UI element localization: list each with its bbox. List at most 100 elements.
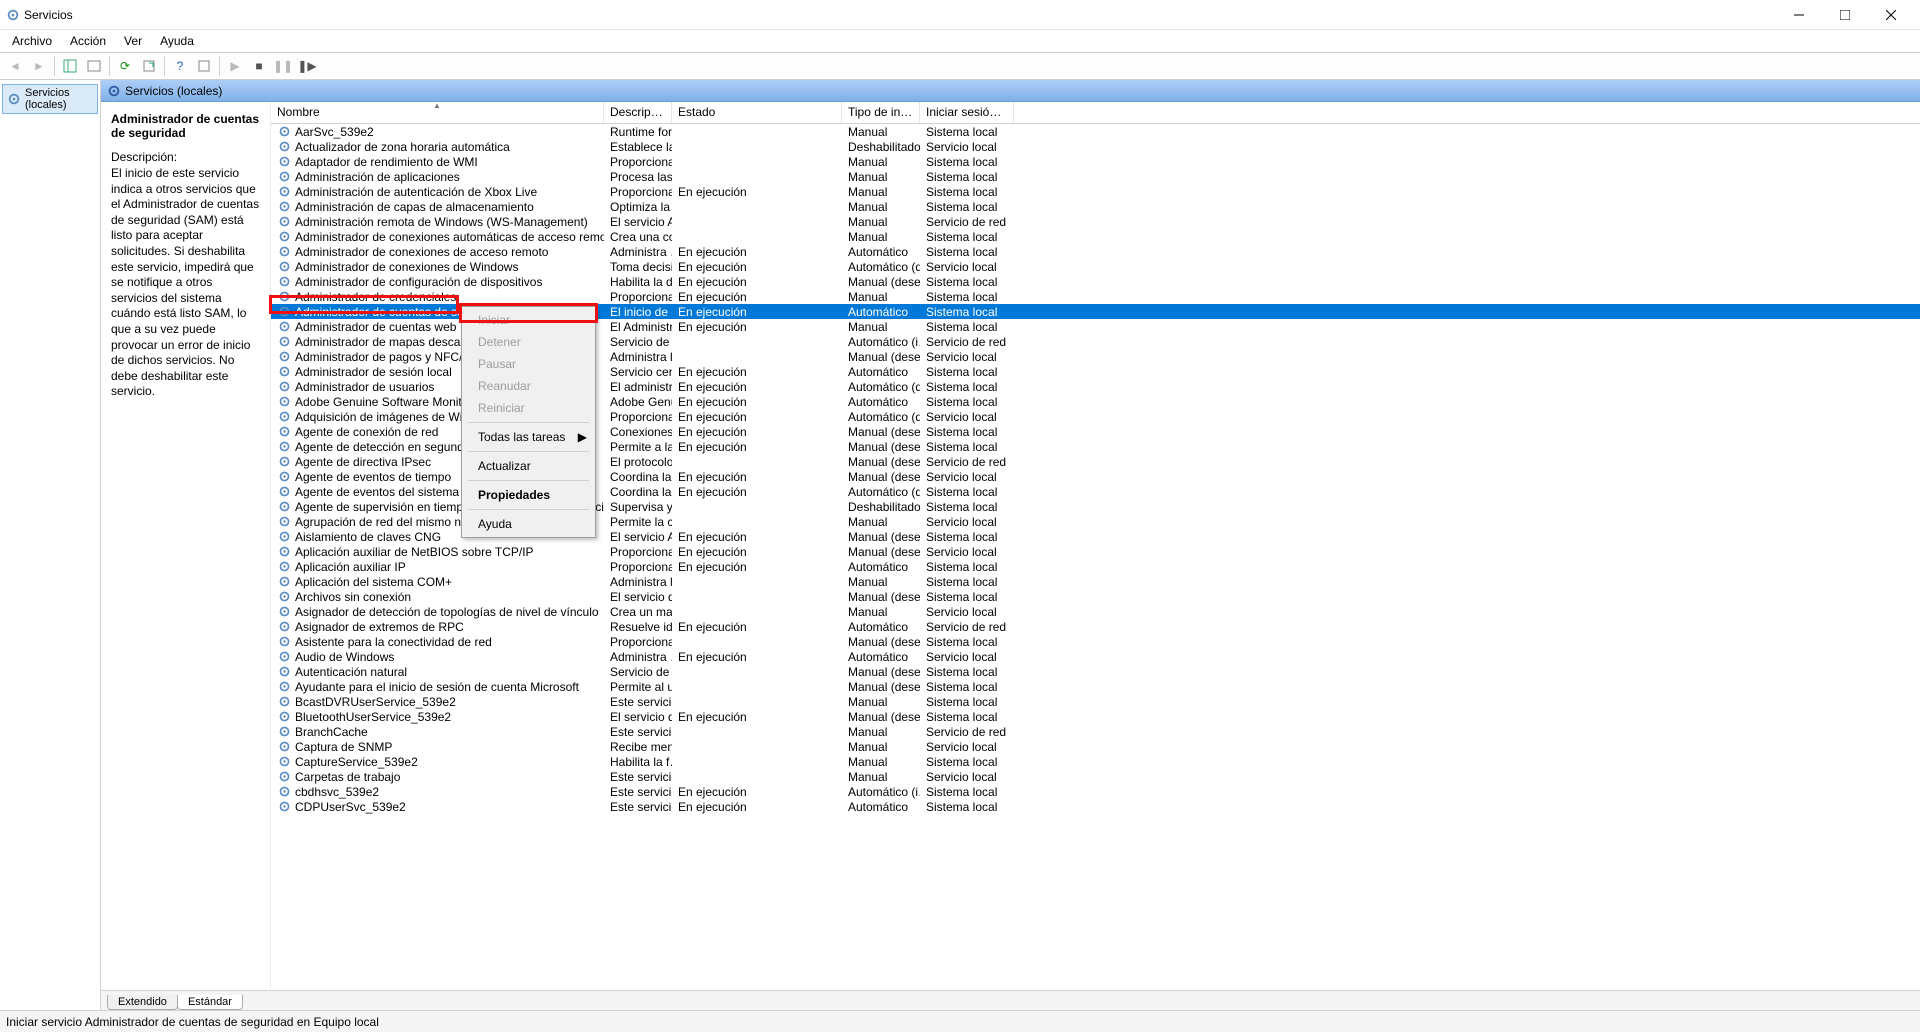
tree-root-services[interactable]: Servicios (locales): [2, 84, 98, 114]
service-name: Aplicación del sistema COM+: [295, 575, 452, 589]
service-status: [672, 514, 842, 529]
service-description: Proporciona…: [604, 289, 672, 304]
service-status: En ejecución: [672, 469, 842, 484]
menu-archivo[interactable]: Archivo: [4, 32, 60, 50]
main-pane: Servicios (locales) Administrador de cue…: [101, 80, 1920, 1010]
service-logon: Sistema local: [920, 244, 1014, 259]
service-row[interactable]: Administrador de credencialesProporciona…: [271, 289, 1920, 304]
maximize-button[interactable]: [1822, 0, 1868, 30]
service-name: Adaptador de rendimiento de WMI: [295, 155, 478, 169]
service-status: [672, 664, 842, 679]
menu-accion[interactable]: Acción: [62, 32, 114, 50]
service-description: Servicio de …: [604, 334, 672, 349]
service-row[interactable]: Aplicación auxiliar de NetBIOS sobre TCP…: [271, 544, 1920, 559]
service-row[interactable]: Aplicación auxiliar IPProporciona…En eje…: [271, 559, 1920, 574]
service-row[interactable]: Captura de SNMPRecibe men…ManualServicio…: [271, 739, 1920, 754]
service-row[interactable]: Administrador de configuración de dispos…: [271, 274, 1920, 289]
service-row[interactable]: Adaptador de rendimiento de WMIProporcio…: [271, 154, 1920, 169]
service-description: Optimiza la …: [604, 199, 672, 214]
tab-extendido[interactable]: Extendido: [107, 995, 178, 1010]
col-name[interactable]: Nombre: [271, 102, 604, 123]
service-row[interactable]: cbdhsvc_539e2Este servicio…En ejecuciónA…: [271, 784, 1920, 799]
service-row[interactable]: Autenticación naturalServicio de a…Manua…: [271, 664, 1920, 679]
col-tipo[interactable]: Tipo de inicio: [842, 102, 920, 123]
close-button[interactable]: [1868, 0, 1914, 30]
service-row[interactable]: CaptureService_539e2Habilita la f…Manual…: [271, 754, 1920, 769]
service-row[interactable]: Aplicación del sistema COM+Administra l……: [271, 574, 1920, 589]
service-row[interactable]: CDPUserSvc_539e2Este servicio…En ejecuci…: [271, 799, 1920, 814]
tab-estandar[interactable]: Estándar: [177, 995, 243, 1010]
service-status: [672, 349, 842, 364]
service-row[interactable]: Administración remota de Windows (WS-Man…: [271, 214, 1920, 229]
show-hide-tree-button[interactable]: [59, 55, 81, 77]
service-name: CDPUserSvc_539e2: [295, 800, 406, 814]
nav-back-button: ◄: [4, 55, 26, 77]
service-gear-icon: [277, 560, 291, 574]
service-row[interactable]: BcastDVRUserService_539e2Este servicio…M…: [271, 694, 1920, 709]
service-name: Administrador de configuración de dispos…: [295, 275, 542, 289]
col-desc[interactable]: Descripción: [604, 102, 672, 123]
service-row[interactable]: AarSvc_539e2Runtime for …ManualSistema l…: [271, 124, 1920, 139]
menu-ver[interactable]: Ver: [116, 32, 150, 50]
ctx-propiedades[interactable]: Propiedades: [464, 484, 593, 506]
service-row[interactable]: BluetoothUserService_539e2El servicio d……: [271, 709, 1920, 724]
service-row[interactable]: Administración de aplicacionesProcesa la…: [271, 169, 1920, 184]
ctx-todas-tareas[interactable]: Todas las tareas▶: [464, 426, 593, 448]
minimize-button[interactable]: [1776, 0, 1822, 30]
props-button[interactable]: [193, 55, 215, 77]
restart-service-button[interactable]: ❚▶: [296, 55, 318, 77]
workarea: Servicios (locales) Servicios (locales) …: [0, 80, 1920, 1010]
list-body[interactable]: AarSvc_539e2Runtime for …ManualSistema l…: [271, 124, 1920, 990]
service-gear-icon: [277, 365, 291, 379]
service-description: El Administr…: [604, 319, 672, 334]
service-name: Administrador de conexiones de acceso re…: [295, 245, 548, 259]
ctx-sep: [468, 451, 589, 452]
ctx-actualizar[interactable]: Actualizar: [464, 455, 593, 477]
service-row[interactable]: Asignador de detección de topologías de …: [271, 604, 1920, 619]
service-row[interactable]: Archivos sin conexiónEl servicio d…Manua…: [271, 589, 1920, 604]
service-name: Administración de capas de almacenamient…: [295, 200, 534, 214]
service-name: Carpetas de trabajo: [295, 770, 400, 784]
service-row[interactable]: Administración de capas de almacenamient…: [271, 199, 1920, 214]
col-logon[interactable]: Iniciar sesión como: [920, 102, 1014, 123]
service-status: [672, 199, 842, 214]
help-button[interactable]: ?: [169, 55, 191, 77]
service-logon: Sistema local: [920, 589, 1014, 604]
service-startup-type: Automático: [842, 649, 920, 664]
properties-toolbar-button[interactable]: [83, 55, 105, 77]
refresh-button[interactable]: ⟳: [114, 55, 136, 77]
service-gear-icon: [277, 530, 291, 544]
service-status: En ejecución: [672, 184, 842, 199]
service-row[interactable]: Asistente para la conectividad de redPro…: [271, 634, 1920, 649]
service-row[interactable]: Ayudante para el inicio de sesión de cue…: [271, 679, 1920, 694]
service-row[interactable]: Administración de autenticación de Xbox …: [271, 184, 1920, 199]
service-description: Resuelve ide…: [604, 619, 672, 634]
service-gear-icon: [277, 140, 291, 154]
service-name: Agrupación de red del mismo nivel: [295, 515, 479, 529]
service-status: [672, 754, 842, 769]
service-row[interactable]: Asignador de extremos de RPCResuelve ide…: [271, 619, 1920, 634]
service-startup-type: Automático: [842, 559, 920, 574]
tab-bar: Extendido Estándar: [101, 990, 1920, 1010]
service-status: [672, 769, 842, 784]
service-gear-icon: [277, 755, 291, 769]
service-row[interactable]: Carpetas de trabajoEste servicio…ManualS…: [271, 769, 1920, 784]
service-gear-icon: [277, 770, 291, 784]
stop-service-button[interactable]: ■: [248, 55, 270, 77]
export-list-button[interactable]: [138, 55, 160, 77]
service-name: AarSvc_539e2: [295, 125, 374, 139]
service-status: [672, 679, 842, 694]
service-status: En ejecución: [672, 709, 842, 724]
service-row[interactable]: Administrador de conexiones de WindowsTo…: [271, 259, 1920, 274]
col-estado[interactable]: Estado: [672, 102, 842, 123]
service-description: Este servicio…: [604, 769, 672, 784]
service-logon: Sistema local: [920, 634, 1014, 649]
service-logon: Servicio de red: [920, 724, 1014, 739]
service-row[interactable]: Actualizador de zona horaria automáticaE…: [271, 139, 1920, 154]
menu-ayuda[interactable]: Ayuda: [152, 32, 202, 50]
ctx-ayuda[interactable]: Ayuda: [464, 513, 593, 535]
service-row[interactable]: Administrador de conexiones automáticas …: [271, 229, 1920, 244]
service-row[interactable]: Administrador de conexiones de acceso re…: [271, 244, 1920, 259]
service-row[interactable]: Audio de WindowsAdministra …En ejecución…: [271, 649, 1920, 664]
service-row[interactable]: BranchCacheEste servicio…ManualServicio …: [271, 724, 1920, 739]
